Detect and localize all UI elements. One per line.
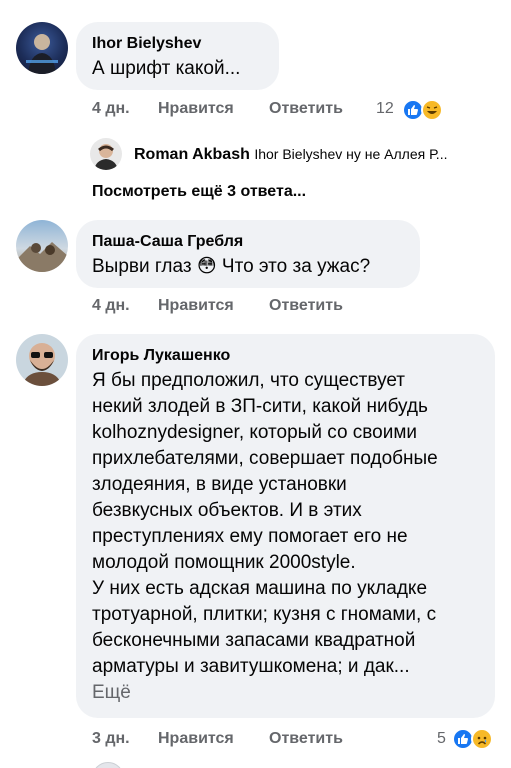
comment-timestamp[interactable]: 3 дн. bbox=[92, 730, 130, 748]
reply-text: Ihor Bielyshev ну не Аллея Р... bbox=[254, 146, 448, 162]
comment-text-line: безвкусных объектов. И в этих bbox=[92, 500, 362, 521]
reaction-count[interactable]: 12 bbox=[376, 100, 394, 118]
comment-actions: 4 дн. Нравится Ответить bbox=[92, 100, 372, 120]
comment-text-line: преступлениях ему помогает его не bbox=[92, 526, 408, 547]
haha-icon bbox=[421, 99, 443, 121]
comment-timestamp[interactable]: 4 дн. bbox=[92, 297, 130, 315]
comment-author[interactable]: Ihor Bielyshev bbox=[92, 34, 263, 54]
avatar[interactable] bbox=[16, 220, 68, 272]
like-button[interactable]: Нравится bbox=[158, 730, 234, 748]
avatar[interactable] bbox=[16, 334, 68, 386]
like-button[interactable]: Нравится bbox=[158, 297, 234, 315]
comment-text-line: злодеяния, в виде установки bbox=[92, 474, 347, 495]
comment-bubble: Паша-Саша Гребля Вырви глаз 😳 Что это за… bbox=[76, 220, 420, 288]
comment-text-line: Я бы предположил, что существует bbox=[92, 370, 405, 391]
comment-actions: 3 дн. Нравится Ответить bbox=[92, 730, 372, 750]
view-more-replies-link[interactable]: Посмотреть ещё 3 ответа... bbox=[92, 183, 306, 201]
comment-text: Вырви глаз 😳 Что это за ужас? bbox=[92, 256, 371, 277]
comment-text-line: прихлебателями, совершает подобные bbox=[92, 448, 438, 469]
comment-actions: 4 дн. Нравится Ответить bbox=[92, 297, 372, 317]
comment-text: А шрифт какой... bbox=[92, 58, 241, 79]
comment-bubble: Ihor Bielyshev А шрифт какой... bbox=[76, 22, 279, 90]
comment-text-line: арматуры и завитушкомена; и дак... bbox=[92, 656, 410, 677]
reply-author[interactable]: Roman Akbash bbox=[134, 146, 250, 163]
avatar[interactable] bbox=[16, 22, 68, 74]
comment-text-line: тротуарной, плитки; кузня с гномами, с bbox=[92, 604, 437, 625]
sad-icon bbox=[471, 728, 493, 750]
reply-button[interactable]: Ответить bbox=[269, 100, 343, 118]
comment-author[interactable]: Паша-Саша Гребля bbox=[92, 232, 404, 252]
see-more-link[interactable]: Ещё bbox=[92, 680, 479, 706]
like-button[interactable]: Нравится bbox=[158, 100, 234, 118]
reply-button[interactable]: Ответить bbox=[269, 730, 343, 748]
comment-bubble: Игорь Лукашенко Я бы предположил, что су… bbox=[76, 334, 495, 718]
comment-author[interactable]: Игорь Лукашенко bbox=[92, 346, 479, 366]
comment-text-line: молодой помощник 2000style. bbox=[92, 552, 356, 573]
comment-text-line: kolhoznydesigner, который со своими bbox=[92, 422, 418, 443]
avatar[interactable] bbox=[92, 762, 124, 768]
reply-preview[interactable]: Roman Akbash Ihor Bielyshev ну не Аллея … bbox=[134, 146, 447, 164]
reaction-count[interactable]: 5 bbox=[437, 730, 446, 748]
avatar[interactable] bbox=[90, 138, 122, 170]
comment-text-line: бесконечными запасами квадратной bbox=[92, 630, 416, 651]
comment-text-line: некий злодей в ЗП-сити, какой нибудь bbox=[92, 396, 428, 417]
comment-text-line: У них есть адская машина по укладке bbox=[92, 578, 428, 599]
comment-timestamp[interactable]: 4 дн. bbox=[92, 100, 130, 118]
reply-button[interactable]: Ответить bbox=[269, 297, 343, 315]
comment-text: Я бы предположил, что существует некий з… bbox=[92, 368, 479, 706]
